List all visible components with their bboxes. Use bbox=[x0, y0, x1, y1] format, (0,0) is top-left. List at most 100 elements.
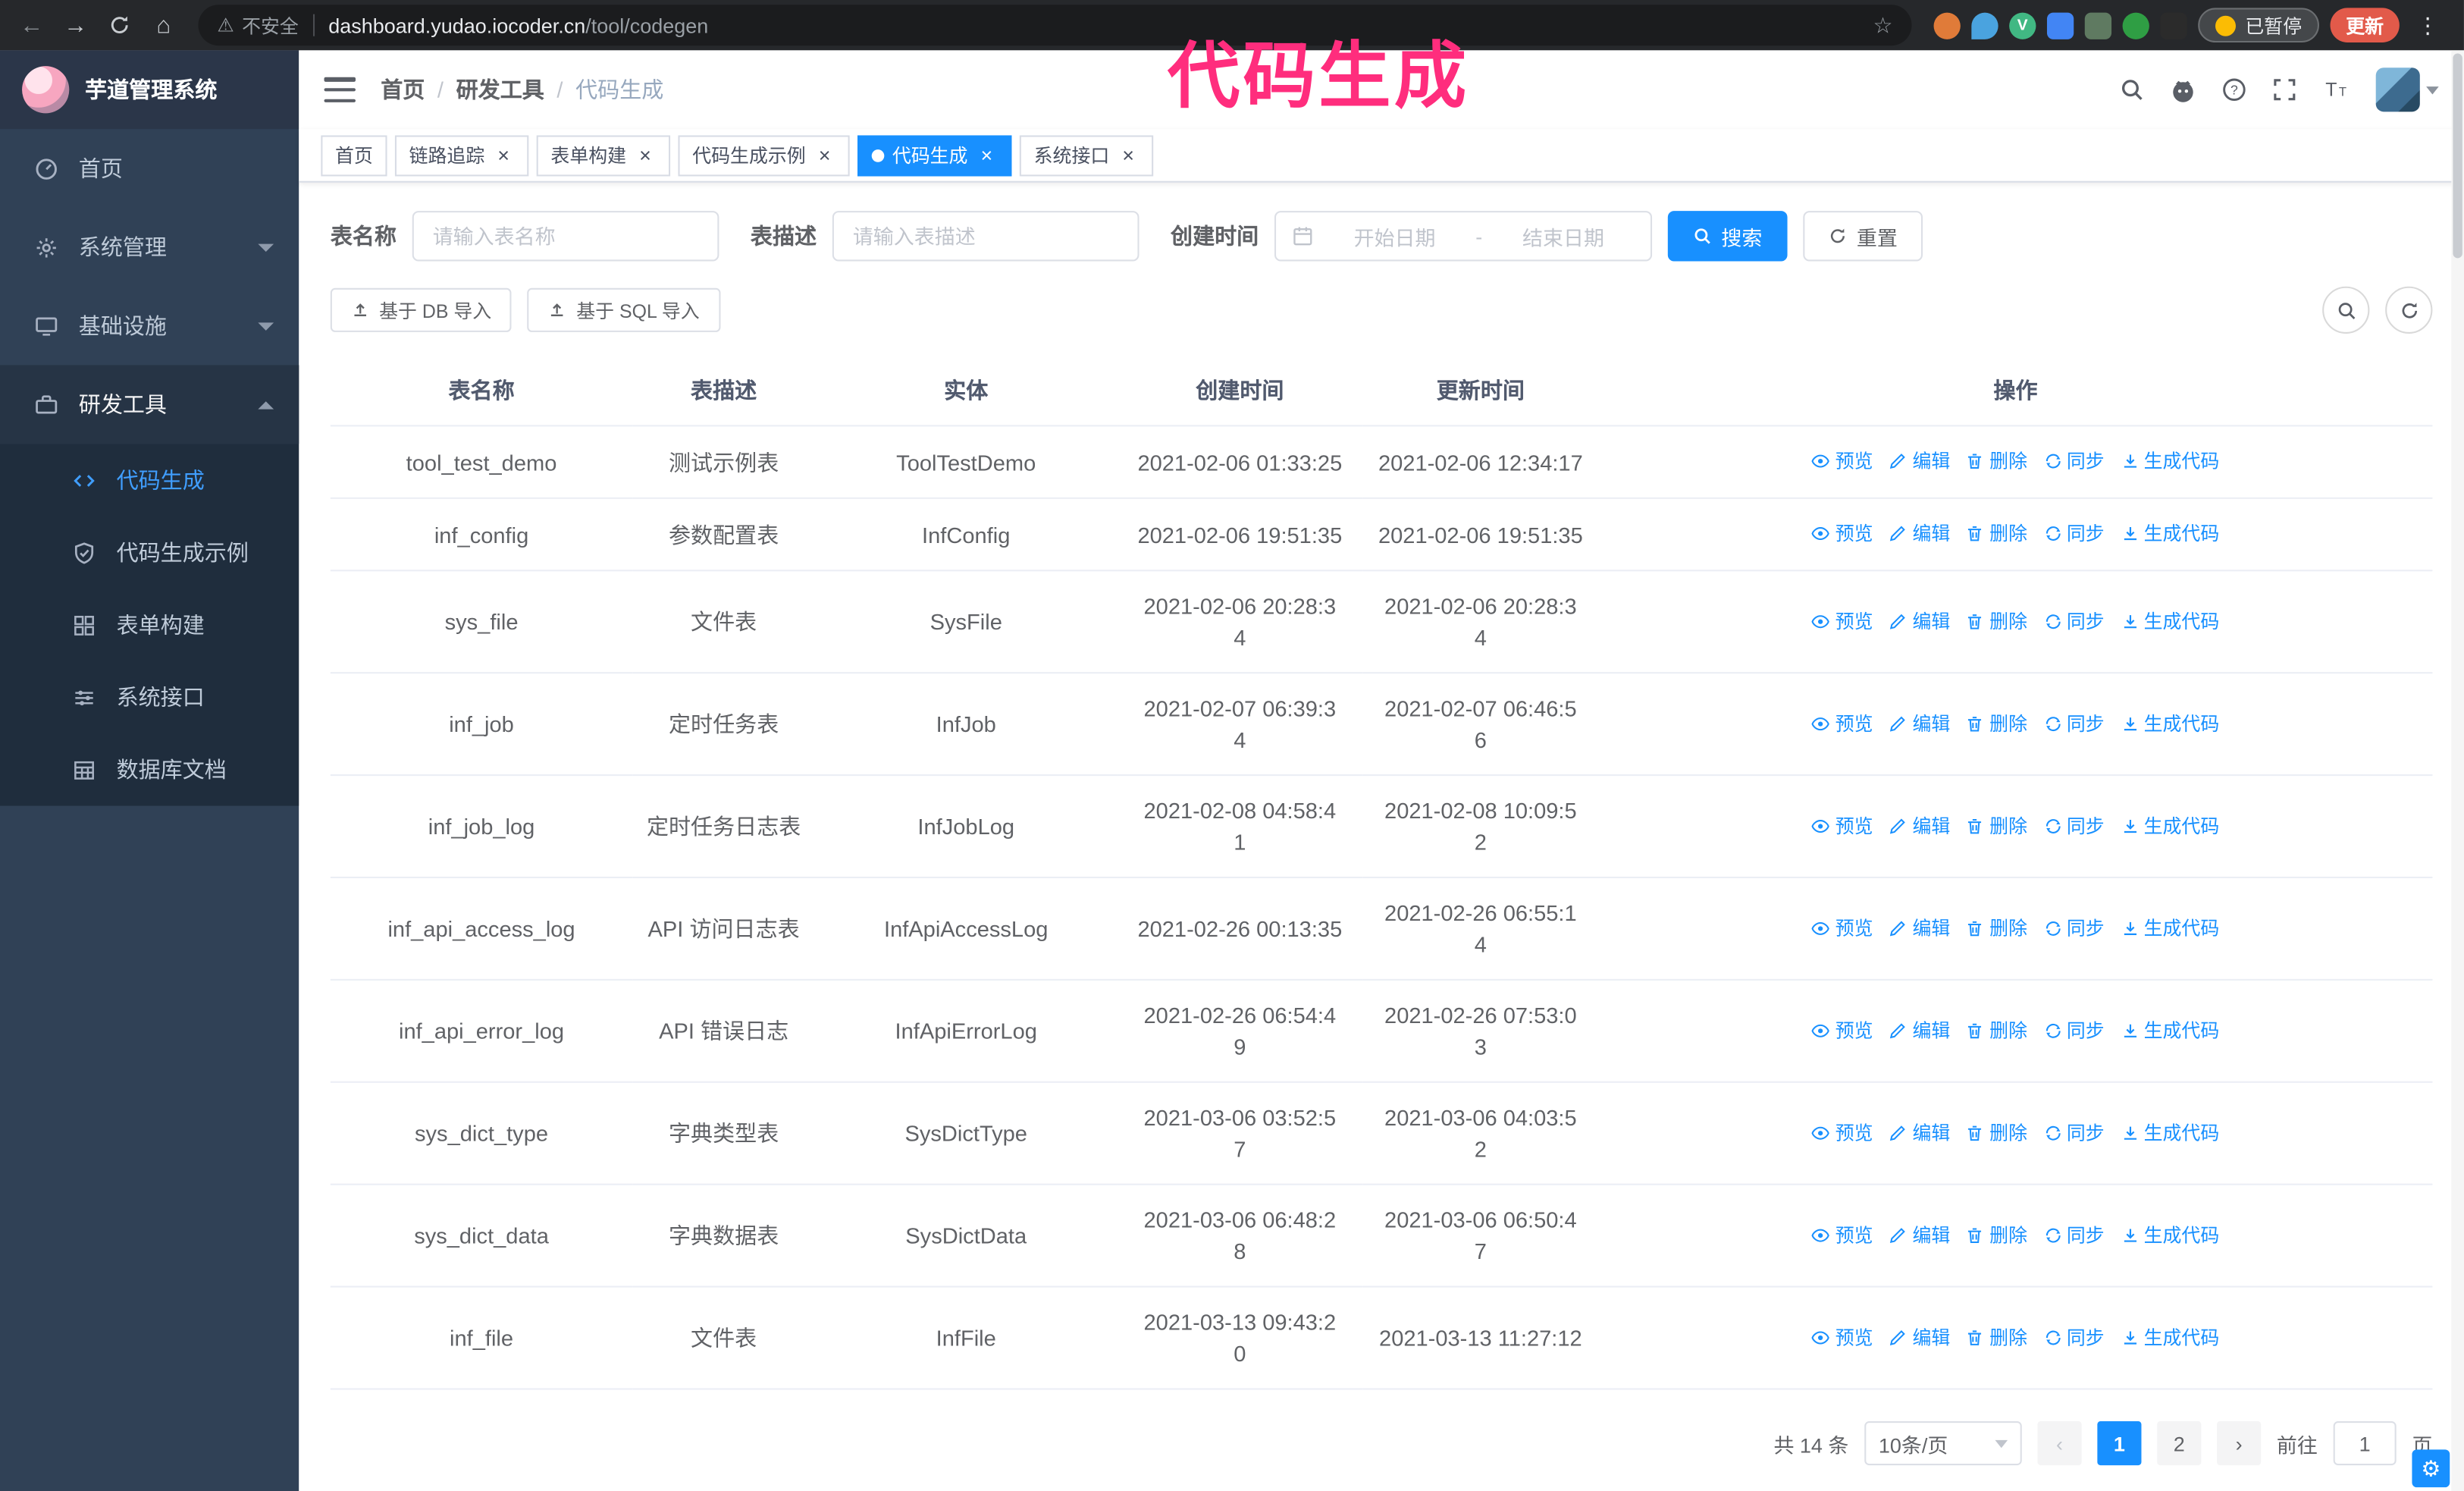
row-action-sync[interactable]: 同步 bbox=[2043, 605, 2105, 637]
row-action-sync[interactable]: 同步 bbox=[2043, 1219, 2105, 1251]
paused-badge[interactable]: 已暂停 bbox=[2198, 8, 2319, 43]
row-action-generate[interactable]: 生成代码 bbox=[2120, 445, 2219, 477]
sidebar-item-devtools[interactable]: 研发工具 bbox=[0, 365, 299, 444]
prev-page-button[interactable]: ‹ bbox=[2037, 1420, 2082, 1466]
row-action-edit[interactable]: 编辑 bbox=[1889, 1219, 1950, 1251]
row-action-generate[interactable]: 生成代码 bbox=[2120, 708, 2219, 739]
search-button[interactable]: 搜索 bbox=[1667, 211, 1788, 262]
bookmark-star-icon[interactable]: ☆ bbox=[1873, 12, 1892, 39]
row-action-delete[interactable]: 删除 bbox=[1966, 1116, 2027, 1148]
row-action-edit[interactable]: 编辑 bbox=[1889, 1116, 1950, 1148]
row-action-edit[interactable]: 编辑 bbox=[1889, 445, 1950, 477]
font-size-icon[interactable]: TT bbox=[2322, 77, 2350, 102]
page-button-2[interactable]: 2 bbox=[2157, 1420, 2202, 1466]
tab-codegen-example[interactable]: 代码生成示例 × bbox=[678, 134, 850, 176]
row-action-delete[interactable]: 删除 bbox=[1966, 1219, 2027, 1251]
reload-icon[interactable] bbox=[101, 6, 139, 44]
row-action-preview[interactable]: 预览 bbox=[1812, 1321, 1873, 1353]
breadcrumb-devtools[interactable]: 研发工具 bbox=[456, 74, 544, 106]
row-action-generate[interactable]: 生成代码 bbox=[2120, 605, 2219, 637]
extension-icon[interactable] bbox=[1933, 11, 1961, 39]
update-chrome-button[interactable]: 更新 bbox=[2330, 8, 2400, 43]
extension-icon[interactable] bbox=[2046, 11, 2074, 39]
date-range-picker[interactable]: 开始日期 - 结束日期 bbox=[1274, 211, 1653, 262]
row-action-delete[interactable]: 删除 bbox=[1966, 1015, 2027, 1047]
row-action-sync[interactable]: 同步 bbox=[2043, 1015, 2105, 1047]
address-bar[interactable]: ⚠ 不安全 dashboard.yudao.iocoder.cn/tool/co… bbox=[198, 5, 1912, 46]
github-icon[interactable] bbox=[2170, 77, 2196, 103]
row-action-edit[interactable]: 编辑 bbox=[1889, 605, 1950, 637]
row-action-delete[interactable]: 删除 bbox=[1966, 912, 2027, 944]
row-action-delete[interactable]: 删除 bbox=[1966, 445, 2027, 477]
row-action-preview[interactable]: 预览 bbox=[1812, 1219, 1873, 1251]
tab-close-icon[interactable]: × bbox=[1118, 144, 1140, 166]
extension-icon[interactable] bbox=[1971, 11, 1998, 39]
row-action-delete[interactable]: 删除 bbox=[1966, 518, 2027, 550]
search-icon[interactable] bbox=[2119, 77, 2144, 102]
hamburger-icon[interactable] bbox=[324, 77, 356, 102]
tab-codegen[interactable]: 代码生成 × bbox=[857, 134, 1012, 176]
row-action-generate[interactable]: 生成代码 bbox=[2120, 810, 2219, 842]
row-action-edit[interactable]: 编辑 bbox=[1889, 912, 1950, 944]
sidebar-item-api[interactable]: 系统接口 bbox=[0, 661, 299, 733]
tampermonkey-icon[interactable] bbox=[2160, 11, 2187, 39]
tab-close-icon[interactable]: × bbox=[493, 144, 515, 166]
row-action-edit[interactable]: 编辑 bbox=[1889, 810, 1950, 842]
tab-close-icon[interactable]: × bbox=[634, 144, 656, 166]
tab-close-icon[interactable]: × bbox=[976, 144, 998, 166]
tab-home[interactable]: 首页 bbox=[321, 134, 387, 176]
row-action-sync[interactable]: 同步 bbox=[2043, 708, 2105, 739]
sidebar-item-form-builder[interactable]: 表单构建 bbox=[0, 589, 299, 661]
row-action-preview[interactable]: 预览 bbox=[1812, 912, 1873, 944]
row-action-sync[interactable]: 同步 bbox=[2043, 1116, 2105, 1148]
row-action-generate[interactable]: 生成代码 bbox=[2120, 1219, 2219, 1251]
tab-api[interactable]: 系统接口 × bbox=[1019, 134, 1154, 176]
row-action-edit[interactable]: 编辑 bbox=[1889, 1321, 1950, 1353]
row-action-sync[interactable]: 同步 bbox=[2043, 912, 2105, 944]
sidebar-item-infra[interactable]: 基础设施 bbox=[0, 287, 299, 366]
sidebar-item-db-doc[interactable]: 数据库文档 bbox=[0, 733, 299, 805]
row-action-delete[interactable]: 删除 bbox=[1966, 810, 2027, 842]
import-db-button[interactable]: 基于 DB 导入 bbox=[330, 287, 513, 332]
row-action-edit[interactable]: 编辑 bbox=[1889, 708, 1950, 739]
goto-page-input[interactable] bbox=[2333, 1420, 2397, 1466]
extension-icon[interactable] bbox=[2084, 11, 2111, 39]
vue-devtools-icon[interactable]: V bbox=[2009, 11, 2036, 39]
forward-icon[interactable]: → bbox=[57, 6, 95, 44]
sidebar-item-home[interactable]: 首页 bbox=[0, 129, 299, 208]
row-action-preview[interactable]: 预览 bbox=[1812, 810, 1873, 842]
row-action-preview[interactable]: 预览 bbox=[1812, 605, 1873, 637]
question-icon[interactable]: ? bbox=[2221, 77, 2246, 102]
row-action-sync[interactable]: 同步 bbox=[2043, 445, 2105, 477]
page-scrollbar[interactable] bbox=[2451, 50, 2464, 1491]
row-action-preview[interactable]: 预览 bbox=[1812, 1015, 1873, 1047]
sidebar-item-codegen-example[interactable]: 代码生成示例 bbox=[0, 516, 299, 589]
fullscreen-icon[interactable] bbox=[2272, 77, 2297, 102]
row-action-generate[interactable]: 生成代码 bbox=[2120, 1116, 2219, 1148]
home-icon[interactable]: ⌂ bbox=[145, 6, 183, 44]
row-action-preview[interactable]: 预览 bbox=[1812, 1116, 1873, 1148]
page-button-1[interactable]: 1 bbox=[2097, 1420, 2142, 1466]
table-name-input[interactable] bbox=[412, 211, 719, 262]
toggle-search-icon[interactable] bbox=[2322, 286, 2370, 334]
row-action-preview[interactable]: 预览 bbox=[1812, 518, 1873, 550]
chrome-menu-icon[interactable]: ⋮ bbox=[2410, 12, 2445, 39]
import-sql-button[interactable]: 基于 SQL 导入 bbox=[527, 287, 720, 332]
row-action-generate[interactable]: 生成代码 bbox=[2120, 518, 2219, 550]
row-action-sync[interactable]: 同步 bbox=[2043, 810, 2105, 842]
breadcrumb-home[interactable]: 首页 bbox=[381, 74, 425, 106]
table-desc-input[interactable] bbox=[832, 211, 1140, 262]
row-action-generate[interactable]: 生成代码 bbox=[2120, 1321, 2219, 1353]
tab-close-icon[interactable]: × bbox=[813, 144, 835, 166]
next-page-button[interactable]: › bbox=[2217, 1420, 2262, 1466]
tab-link-trace[interactable]: 链路追踪 × bbox=[394, 134, 529, 176]
row-action-generate[interactable]: 生成代码 bbox=[2120, 1015, 2219, 1047]
row-action-edit[interactable]: 编辑 bbox=[1889, 518, 1950, 550]
row-action-delete[interactable]: 删除 bbox=[1966, 605, 2027, 637]
scrollbar-thumb[interactable] bbox=[2453, 53, 2462, 259]
logo[interactable]: 芋道管理系统 bbox=[0, 50, 299, 130]
settings-button[interactable]: ⚙ bbox=[2412, 1449, 2450, 1488]
refresh-table-icon[interactable] bbox=[2385, 286, 2433, 334]
row-action-generate[interactable]: 生成代码 bbox=[2120, 912, 2219, 944]
row-action-edit[interactable]: 编辑 bbox=[1889, 1015, 1950, 1047]
